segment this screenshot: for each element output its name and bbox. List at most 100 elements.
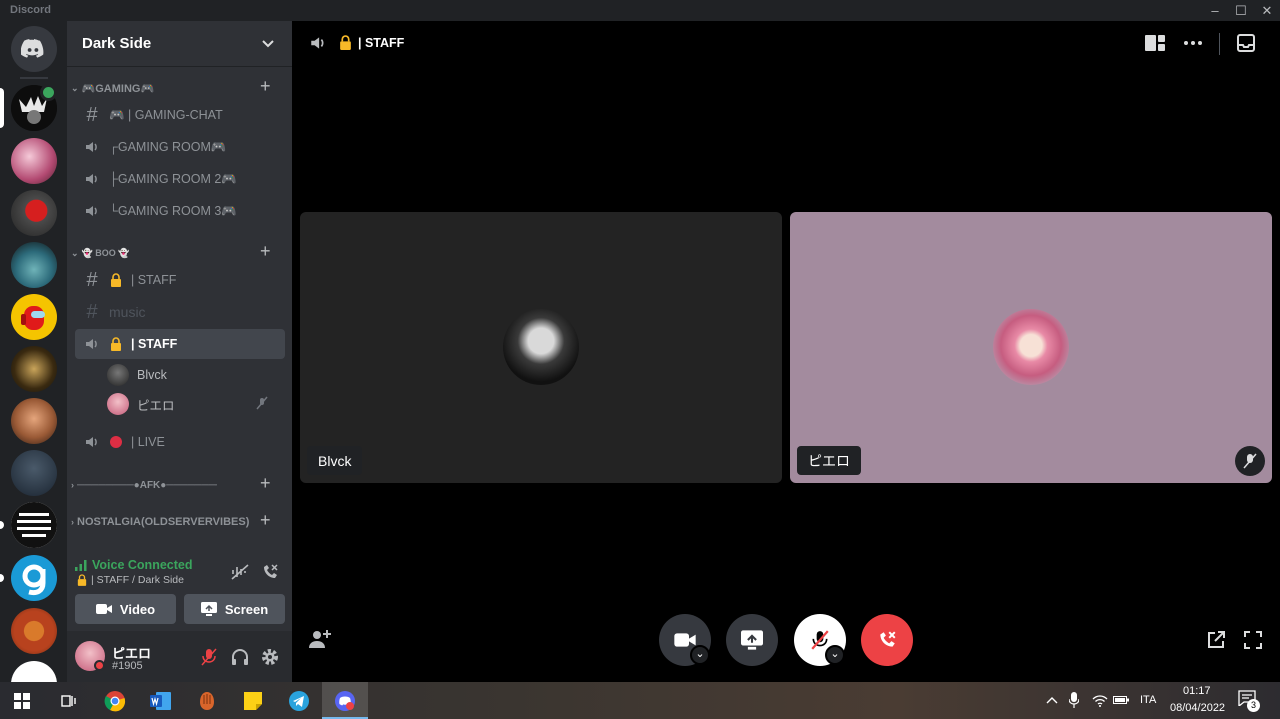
notification-center[interactable]: 3 <box>1238 690 1260 712</box>
chevron-down-icon[interactable]: ⌄ <box>690 645 710 665</box>
battery-icon[interactable] <box>1113 694 1129 706</box>
wifi-icon[interactable] <box>1092 693 1108 707</box>
popout-icon[interactable] <box>1207 631 1225 649</box>
app-name: Discord <box>10 4 51 16</box>
clock-time[interactable]: 01:17 <box>1183 685 1211 697</box>
server-icon-6[interactable] <box>11 346 57 392</box>
fullscreen-icon[interactable] <box>1244 631 1262 649</box>
video-button[interactable]: Video <box>75 594 176 624</box>
muted-mic-icon[interactable] <box>201 648 217 666</box>
server-header[interactable]: Dark Side <box>67 21 292 67</box>
text-channel-icon: # <box>86 300 98 323</box>
channel-music[interactable]: # music <box>75 297 285 327</box>
category-boo[interactable]: ⌄ 👻 BOO 👻 + <box>71 241 271 262</box>
participant-name: ピエロ <box>808 452 850 469</box>
notification-count: 3 <box>1247 699 1260 712</box>
chevron-down-icon: ⌄ <box>71 247 79 258</box>
channel-label: ┌GAMING ROOM🎮 <box>109 139 227 154</box>
text-channel-icon: # <box>86 268 98 291</box>
channel-gaming-room[interactable]: ┌GAMING ROOM🎮 <box>75 132 285 162</box>
add-channel-button[interactable]: + <box>260 76 271 97</box>
server-icon-4[interactable] <box>11 242 57 288</box>
call-view: | STAFF Blvck ピエロ ⌄ ⌄ <box>292 21 1280 682</box>
leave-call-button[interactable] <box>861 614 913 666</box>
language-indicator[interactable]: ITA <box>1140 694 1156 706</box>
server-icon-anti-social[interactable] <box>11 502 57 548</box>
chevron-down-icon[interactable]: ⌄ <box>825 645 845 665</box>
channel-sidebar: Dark Side ⌄ 🎮GAMING🎮 + # 🎮 | GAMING-CHAT… <box>67 21 292 682</box>
voice-member[interactable]: Blvck <box>107 362 167 388</box>
more-options-icon[interactable] <box>1184 41 1202 45</box>
category-nostalgia[interactable]: › NOSTALGIA(OLDSERVERVIBES) + <box>71 510 271 531</box>
home-button[interactable] <box>11 26 57 72</box>
add-channel-button[interactable]: + <box>260 473 271 494</box>
gear-icon[interactable] <box>261 648 279 666</box>
screen-share-button[interactable]: Screen <box>184 594 285 624</box>
server-icon-among-us[interactable] <box>11 294 57 340</box>
category-label: 👻 BOO 👻 <box>81 247 130 258</box>
speaker-icon <box>83 170 101 188</box>
participant-tile[interactable]: ピエロ <box>790 212 1272 483</box>
channel-label: music <box>109 304 146 320</box>
voice-member[interactable]: ピエロ <box>107 391 277 417</box>
microphone-tray-icon[interactable] <box>1069 692 1079 708</box>
avatar <box>107 393 129 415</box>
clock-date[interactable]: 08/04/2022 <box>1170 702 1225 714</box>
camera-toggle-button[interactable]: ⌄ <box>659 614 711 666</box>
windows-start-icon[interactable] <box>8 687 36 715</box>
category-afk[interactable]: › ────────●AFK●──────── + <box>71 473 271 494</box>
participant-tile[interactable]: Blvck <box>300 212 782 483</box>
server-icon-3[interactable] <box>11 190 57 236</box>
channel-live[interactable]: | LIVE <box>75 427 285 457</box>
microphone-toggle-button[interactable]: ⌄ <box>794 614 846 666</box>
header-divider <box>1219 33 1220 55</box>
maximize-button[interactable]: ☐ <box>1229 2 1253 19</box>
inbox-icon[interactable] <box>1237 34 1255 52</box>
member-name: ピエロ <box>137 398 175 413</box>
close-window-button[interactable]: ✕ <box>1255 2 1279 19</box>
server-icon-8[interactable] <box>11 450 57 496</box>
discord-taskbar-icon[interactable] <box>331 687 359 715</box>
voice-location-label: | STAFF / Dark Side <box>91 574 184 586</box>
server-icon-g[interactable] <box>11 555 57 601</box>
add-channel-button[interactable]: + <box>260 241 271 262</box>
server-icon-pizza[interactable] <box>11 608 57 654</box>
avatar <box>107 364 129 386</box>
add-user-icon[interactable] <box>309 629 331 649</box>
channel-staff-voice[interactable]: | STAFF <box>75 329 285 359</box>
voice-location[interactable]: | STAFF / Dark Side <box>77 574 184 586</box>
tray-chevron-up-icon[interactable] <box>1046 695 1058 705</box>
server-icon-7[interactable] <box>11 398 57 444</box>
video-button-label: Video <box>119 601 156 617</box>
disconnect-icon[interactable] <box>261 563 279 581</box>
dnd-status-icon <box>94 660 105 671</box>
channel-gaming-room-2[interactable]: ├GAMING ROOM 2🎮 <box>75 164 285 194</box>
task-view-icon[interactable] <box>54 687 82 715</box>
noise-suppression-icon[interactable] <box>231 564 249 580</box>
user-tag: #1905 <box>112 660 143 672</box>
sticky-notes-icon[interactable] <box>239 687 267 715</box>
telegram-icon[interactable] <box>285 687 313 715</box>
screen-button-label: Screen <box>224 601 269 617</box>
minimize-button[interactable]: – <box>1203 2 1227 19</box>
voice-status[interactable]: Voice Connected <box>75 558 192 572</box>
chevron-right-icon: › <box>71 480 74 490</box>
speaker-icon <box>83 202 101 220</box>
unread-indicator <box>0 521 4 529</box>
server-icon-12[interactable] <box>11 661 57 682</box>
baseball-glove-icon[interactable] <box>193 687 221 715</box>
channel-gaming-room-3[interactable]: └GAMING ROOM 3🎮 <box>75 196 285 226</box>
chrome-icon[interactable] <box>101 687 129 715</box>
camera-icon <box>674 633 696 647</box>
server-icon-2[interactable] <box>11 138 57 184</box>
word-icon[interactable] <box>147 687 175 715</box>
screen-share-toggle-button[interactable] <box>726 614 778 666</box>
channel-gaming-chat[interactable]: # 🎮 | GAMING-CHAT <box>75 100 285 130</box>
channel-staff-text[interactable]: # | STAFF <box>75 265 285 295</box>
call-header: | STAFF <box>292 21 1280 65</box>
headphones-icon[interactable] <box>231 648 249 666</box>
layout-grid-icon[interactable] <box>1145 35 1165 51</box>
speaker-icon <box>83 138 101 156</box>
category-gaming[interactable]: ⌄ 🎮GAMING🎮 + <box>71 76 271 97</box>
add-channel-button[interactable]: + <box>260 510 271 531</box>
